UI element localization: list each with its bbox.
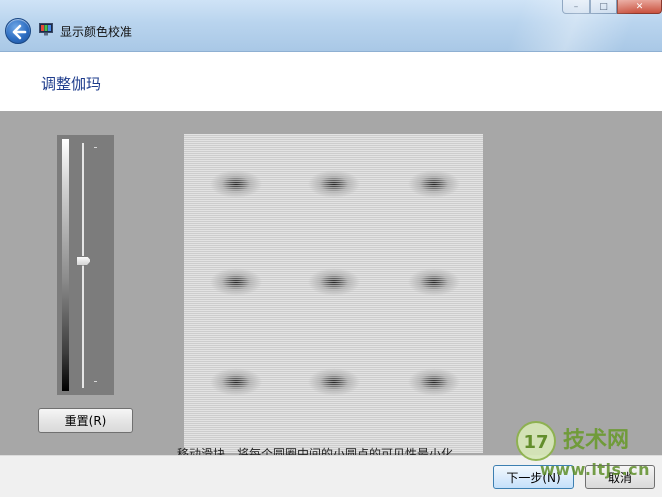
back-button[interactable] [5,18,31,44]
gray-gradient-bar [62,139,69,391]
monitor-color-icon [39,23,53,36]
gamma-spot [294,352,374,412]
gamma-spot [294,154,374,214]
slider-thumb-icon[interactable] [76,255,91,266]
gamma-slider[interactable] [57,135,114,395]
slider-tick-top [94,147,97,148]
gamma-spot [196,352,276,412]
footer-bar: 下一步(N) 取消 [0,455,662,497]
slider-tick-bottom [94,381,97,382]
title-bar: 显示颜色校准 – □ ✕ [0,0,662,52]
back-arrow-icon [12,24,27,40]
gamma-spot [394,252,474,312]
maximize-button[interactable]: □ [590,0,617,14]
next-button[interactable]: 下一步(N) [493,465,574,489]
minimize-button[interactable]: – [562,0,590,14]
gamma-spot [196,252,276,312]
reset-button[interactable]: 重置(R) [38,408,133,433]
gamma-spot [196,154,276,214]
watermark-brand: 技术网 [563,428,630,453]
header-panel: 调整伽玛 [0,52,662,111]
gamma-spot [294,252,374,312]
watermark-logo-text: 17 [523,432,548,453]
gamma-test-pattern [184,134,483,453]
page-title: 调整伽玛 [41,75,102,93]
close-button[interactable]: ✕ [617,0,662,14]
maximize-icon: □ [599,2,608,12]
gamma-spot [394,154,474,214]
window-title: 显示颜色校准 [60,25,133,39]
gamma-spot [394,352,474,412]
close-icon: ✕ [635,2,644,12]
minimize-icon: – [573,2,579,12]
cancel-button[interactable]: 取消 [585,465,655,489]
